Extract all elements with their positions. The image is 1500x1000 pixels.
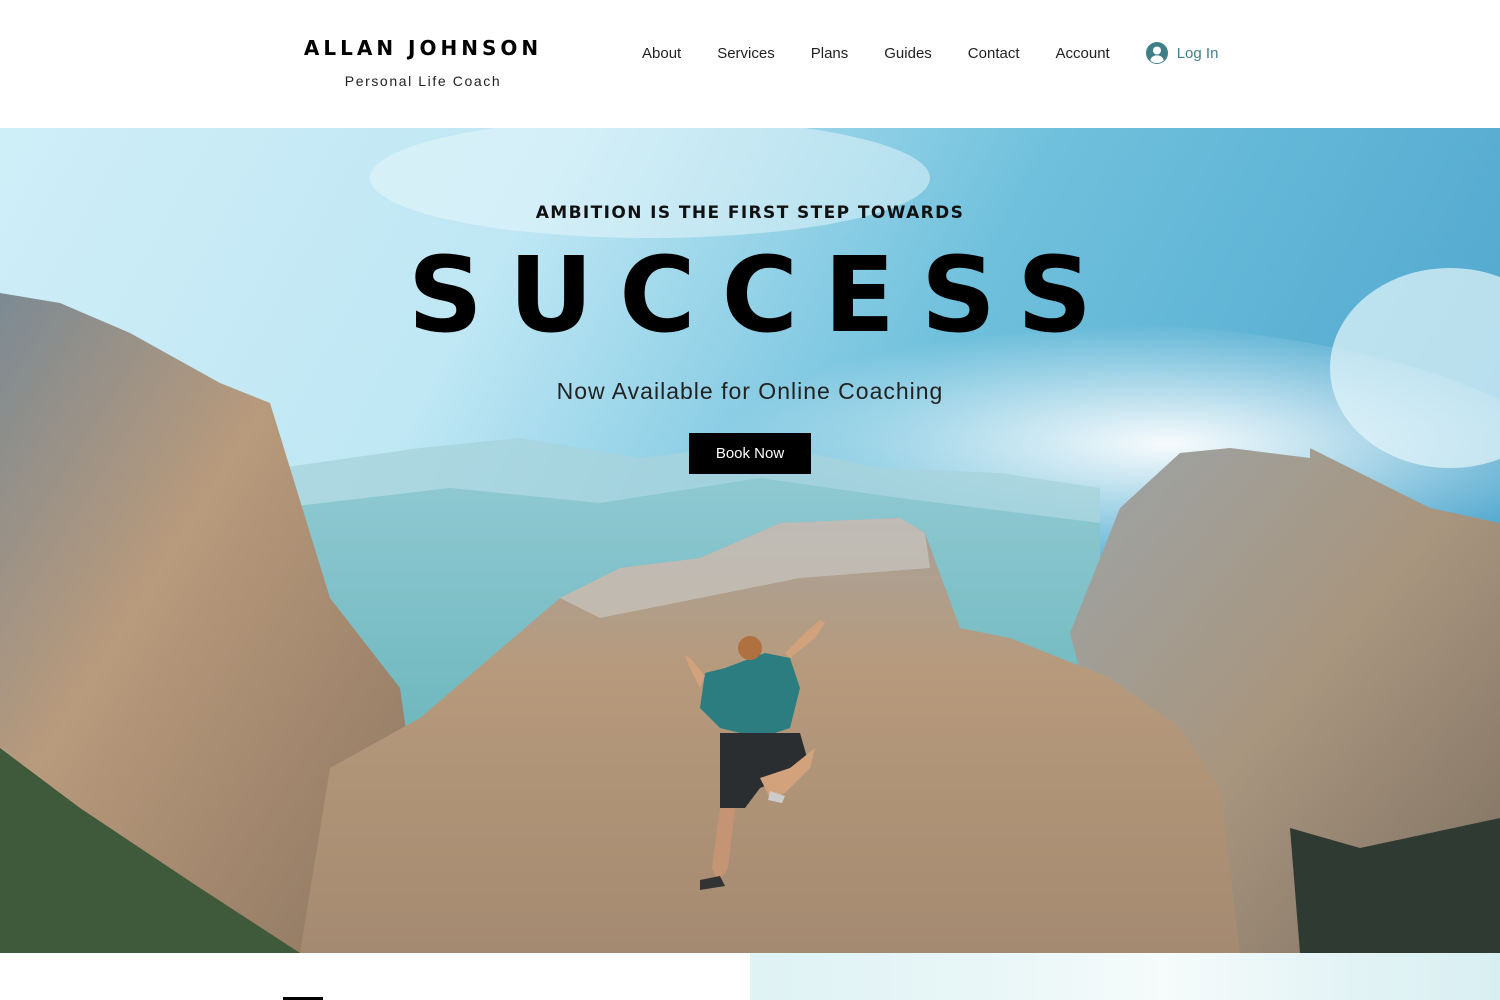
hero-tagline: AMBITION IS THE FIRST STEP TOWARDS [535, 203, 965, 223]
nav-item-about[interactable]: About [642, 45, 681, 62]
hero-headline: SUCCESS [407, 234, 1119, 356]
brand-subtitle: Personal Life Coach [344, 73, 502, 89]
book-now-button[interactable]: Book Now [689, 433, 811, 474]
hero-section: AMBITION IS THE FIRST STEP TOWARDS SUCCE… [0, 128, 1500, 953]
brand-name[interactable]: ALLAN JOHNSON [300, 36, 546, 60]
brand-logo[interactable]: ALLAN JOHNSON Personal Life Coach [300, 36, 546, 89]
site-header: ALLAN JOHNSON Personal Life Coach About … [0, 0, 1500, 128]
next-section-image [750, 953, 1500, 1000]
nav-item-guides[interactable]: Guides [884, 45, 932, 62]
nav-item-contact[interactable]: Contact [968, 45, 1020, 62]
main-nav: About Services Plans Guides Contact Acco… [624, 42, 1219, 64]
login-button[interactable]: Log In [1145, 42, 1219, 64]
hero-subline: Now Available for Online Coaching [556, 378, 944, 404]
nav-item-services[interactable]: Services [717, 45, 775, 62]
nav-item-plans[interactable]: Plans [811, 45, 849, 62]
user-avatar-icon [1145, 42, 1168, 64]
login-label: Log In [1176, 44, 1219, 62]
nav-item-account[interactable]: Account [1056, 45, 1110, 62]
